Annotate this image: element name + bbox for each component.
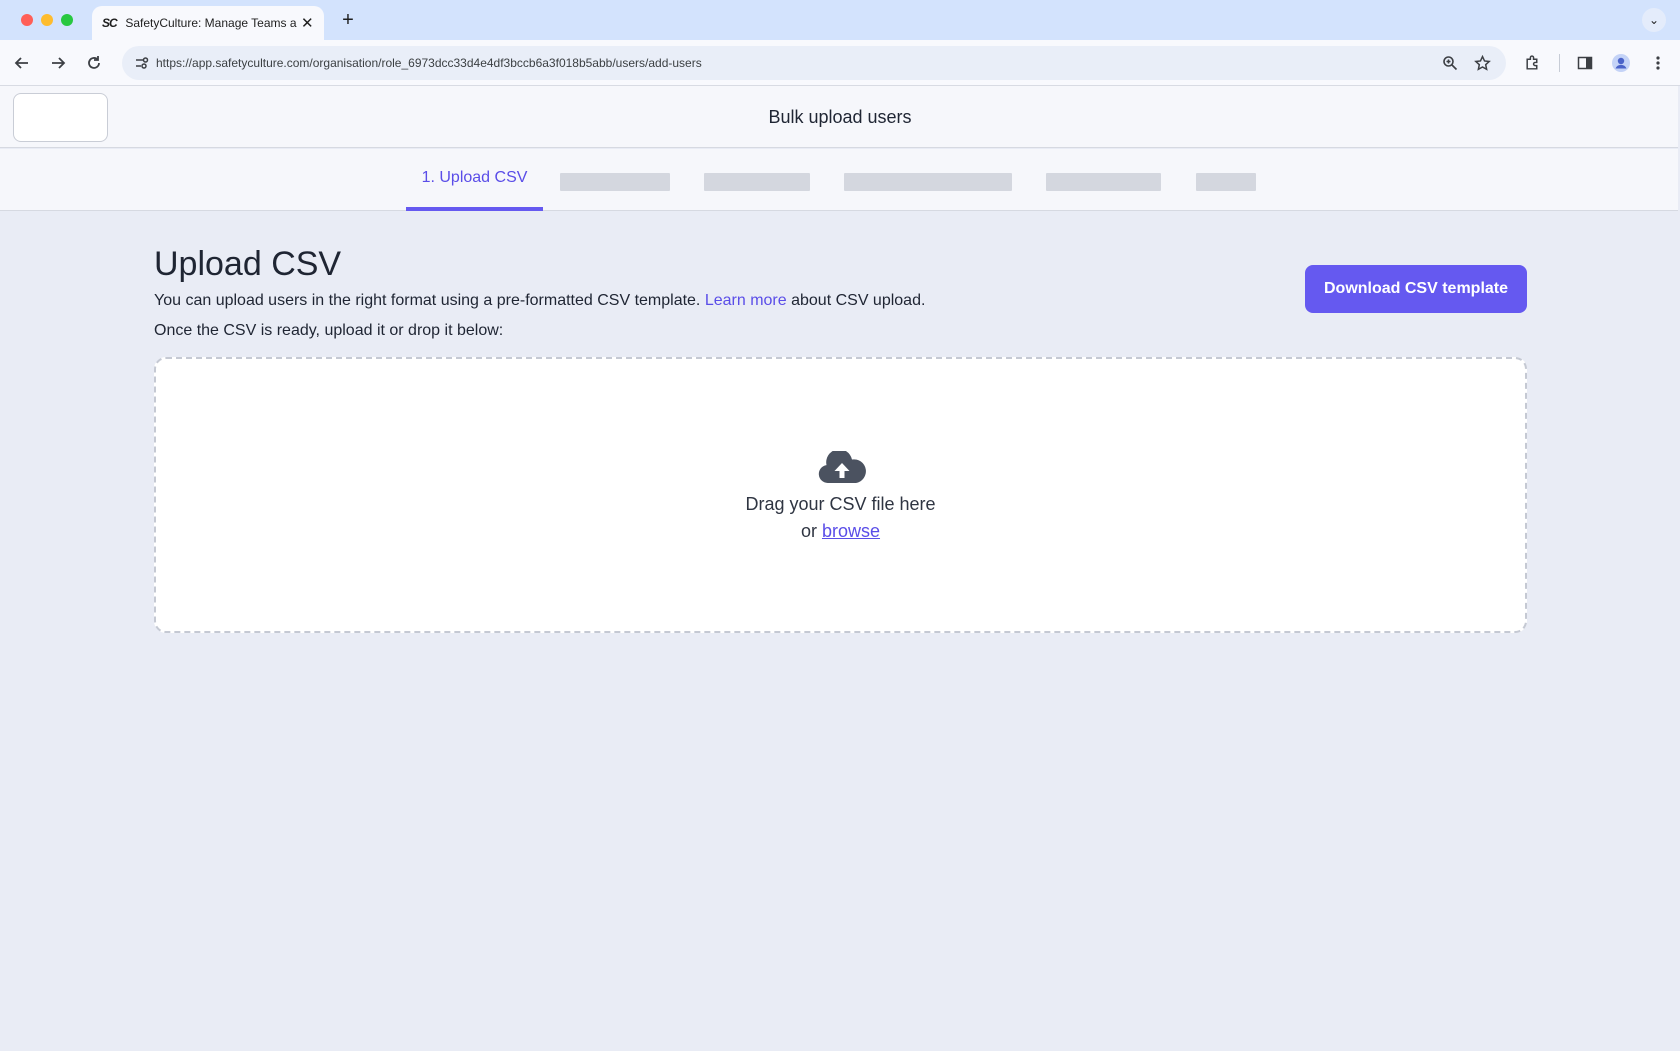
more-menu-icon[interactable]	[1645, 50, 1671, 76]
step-placeholder	[1196, 173, 1256, 191]
step-upload-csv[interactable]: 1. Upload CSV	[406, 149, 543, 211]
url-text[interactable]: https://app.safetyculture.com/organisati…	[156, 46, 702, 80]
profile-avatar-icon[interactable]	[1608, 50, 1634, 76]
download-csv-template-button[interactable]: Download CSV template	[1305, 265, 1527, 313]
side-panel-icon[interactable]	[1572, 50, 1598, 76]
csv-dropzone[interactable]: Drag your CSV file here or browse	[154, 357, 1527, 633]
close-icon[interactable]: ✕	[301, 14, 314, 32]
browser-window: SC SafetyCulture: Manage Teams and... ✕ …	[0, 0, 1680, 1051]
step-placeholder	[704, 173, 810, 191]
instruction-text: Once the CSV is ready, upload it or drop…	[154, 322, 504, 339]
learn-more-link[interactable]: Learn more	[705, 292, 787, 309]
or-text: or	[800, 521, 822, 541]
intro-text-after: about CSV upload.	[786, 292, 926, 309]
page-title: Bulk upload users	[768, 107, 912, 127]
browser-tab[interactable]: SC SafetyCulture: Manage Teams and... ✕	[92, 6, 324, 40]
safetyculture-favicon-icon: SC	[102, 16, 118, 30]
plus-icon[interactable]: +	[336, 8, 360, 32]
zoom-icon[interactable]	[1438, 51, 1462, 75]
tab-strip: SC SafetyCulture: Manage Teams and... ✕ …	[0, 0, 1680, 40]
site-settings-icon[interactable]	[130, 51, 154, 75]
tab-title: SafetyCulture: Manage Teams and...	[125, 16, 297, 30]
close-window-button[interactable]	[21, 14, 33, 26]
forward-arrow-icon[interactable]	[45, 50, 71, 76]
reload-icon[interactable]	[81, 50, 107, 76]
back-arrow-icon[interactable]	[9, 50, 35, 76]
step-placeholder	[560, 173, 670, 191]
browser-toolbar: https://app.safetyculture.com/organisati…	[0, 40, 1680, 86]
intro-text-before: You can upload users in the right format…	[154, 292, 705, 309]
browse-link[interactable]: browse	[822, 521, 880, 541]
cloud-upload-icon	[818, 451, 866, 484]
drag-file-text: Drag your CSV file here	[745, 494, 936, 514]
star-icon[interactable]	[1470, 51, 1494, 75]
address-bar[interactable]: https://app.safetyculture.com/organisati…	[122, 46, 1506, 80]
maximize-window-button[interactable]	[61, 14, 73, 26]
step-placeholder	[1046, 173, 1161, 191]
toolbar-divider	[1559, 54, 1560, 72]
step-navigation: 1. Upload CSV	[0, 149, 1680, 211]
step-placeholder	[844, 173, 1012, 191]
intro-text: You can upload users in the right format…	[154, 292, 925, 310]
extensions-icon[interactable]	[1519, 50, 1545, 76]
section-title: Upload CSV	[154, 245, 342, 283]
minimize-window-button[interactable]	[41, 14, 53, 26]
app-header: Bulk upload users	[0, 86, 1680, 148]
chevron-down-icon[interactable]: ⌄	[1642, 8, 1666, 32]
or-browse-line: or browse	[156, 521, 1525, 542]
